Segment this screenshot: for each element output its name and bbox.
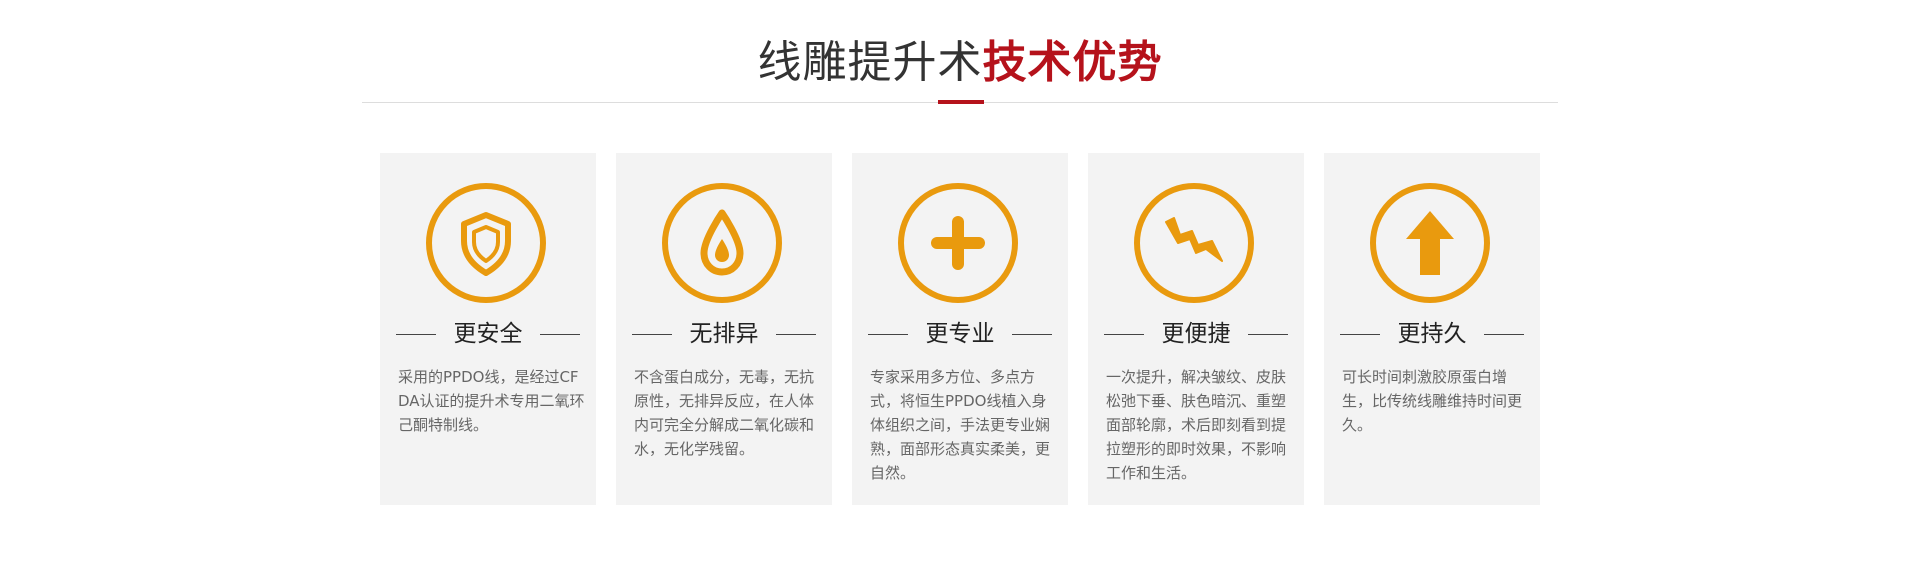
title-line-right bbox=[1484, 334, 1524, 335]
card-icon-ring bbox=[898, 183, 1018, 303]
section-title: 线雕提升术技术优势 bbox=[0, 34, 1920, 92]
title-line-right bbox=[1012, 334, 1052, 335]
card-no-rejection: 无排异 不含蛋白成分，无毒，无抗原性，无排异反应，在人体内可完全分解成二氧化碳和… bbox=[616, 153, 832, 505]
title-line-right bbox=[776, 334, 816, 335]
section-header: 线雕提升术技术优势 bbox=[0, 0, 1920, 120]
title-line-right bbox=[540, 334, 580, 335]
card-lasting: 更持久 可长时间刺激胶原蛋白增生，比传统线雕维持时间更久。 bbox=[1324, 153, 1540, 505]
title-line-right bbox=[1248, 334, 1288, 335]
card-description: 采用的PPDO线，是经过CFDA认证的提升术专用二氧环己酮特制线。 bbox=[398, 368, 585, 434]
drop-icon bbox=[700, 209, 744, 276]
plus-icon bbox=[931, 216, 985, 270]
title-highlight: 技术优势 bbox=[982, 37, 1163, 88]
card-convenient: 更便捷 一次提升，解决皱纹、皮肤松弛下垂、肤色暗沉、重塑面部轮廓，术后即刻看到提… bbox=[1088, 153, 1304, 505]
card-title-row: 更便捷 bbox=[1088, 319, 1304, 349]
card-description: 专家采用多方位、多点方式，将恒生PPDO线植入身体组织之间，手法更专业娴熟，面部… bbox=[870, 368, 1051, 482]
card-icon-ring bbox=[426, 183, 546, 303]
lightning-icon bbox=[1165, 217, 1223, 262]
card-title-row: 无排异 bbox=[616, 319, 832, 349]
card-icon-ring bbox=[1134, 183, 1254, 303]
title-divider-accent bbox=[938, 100, 984, 104]
card-description: 一次提升，解决皱纹、皮肤松弛下垂、肤色暗沉、重塑面部轮廓，术后即刻看到提拉塑形的… bbox=[1106, 368, 1287, 482]
card-title-row: 更专业 bbox=[852, 319, 1068, 349]
card-description: 可长时间刺激胶原蛋白增生，比传统线雕维持时间更久。 bbox=[1342, 368, 1523, 434]
card-description: 不含蛋白成分，无毒，无抗原性，无排异反应，在人体内可完全分解成二氧化碳和水，无化… bbox=[634, 368, 815, 458]
advantage-cards: 更安全 采用的PPDO线，是经过CFDA认证的提升术专用二氧环己酮特制线。 无排… bbox=[380, 153, 1540, 505]
title-plain: 线雕提升术 bbox=[757, 37, 983, 88]
card-title-row: 更安全 bbox=[380, 319, 596, 349]
arrow-up-icon bbox=[1406, 211, 1454, 275]
card-safety: 更安全 采用的PPDO线，是经过CFDA认证的提升术专用二氧环己酮特制线。 bbox=[380, 153, 596, 505]
card-professional: 更专业 专家采用多方位、多点方式，将恒生PPDO线植入身体组织之间，手法更专业娴… bbox=[852, 153, 1068, 505]
card-icon-ring bbox=[662, 183, 782, 303]
card-title-row: 更持久 bbox=[1324, 319, 1540, 349]
card-icon-ring bbox=[1370, 183, 1490, 303]
shield-icon bbox=[461, 212, 511, 276]
